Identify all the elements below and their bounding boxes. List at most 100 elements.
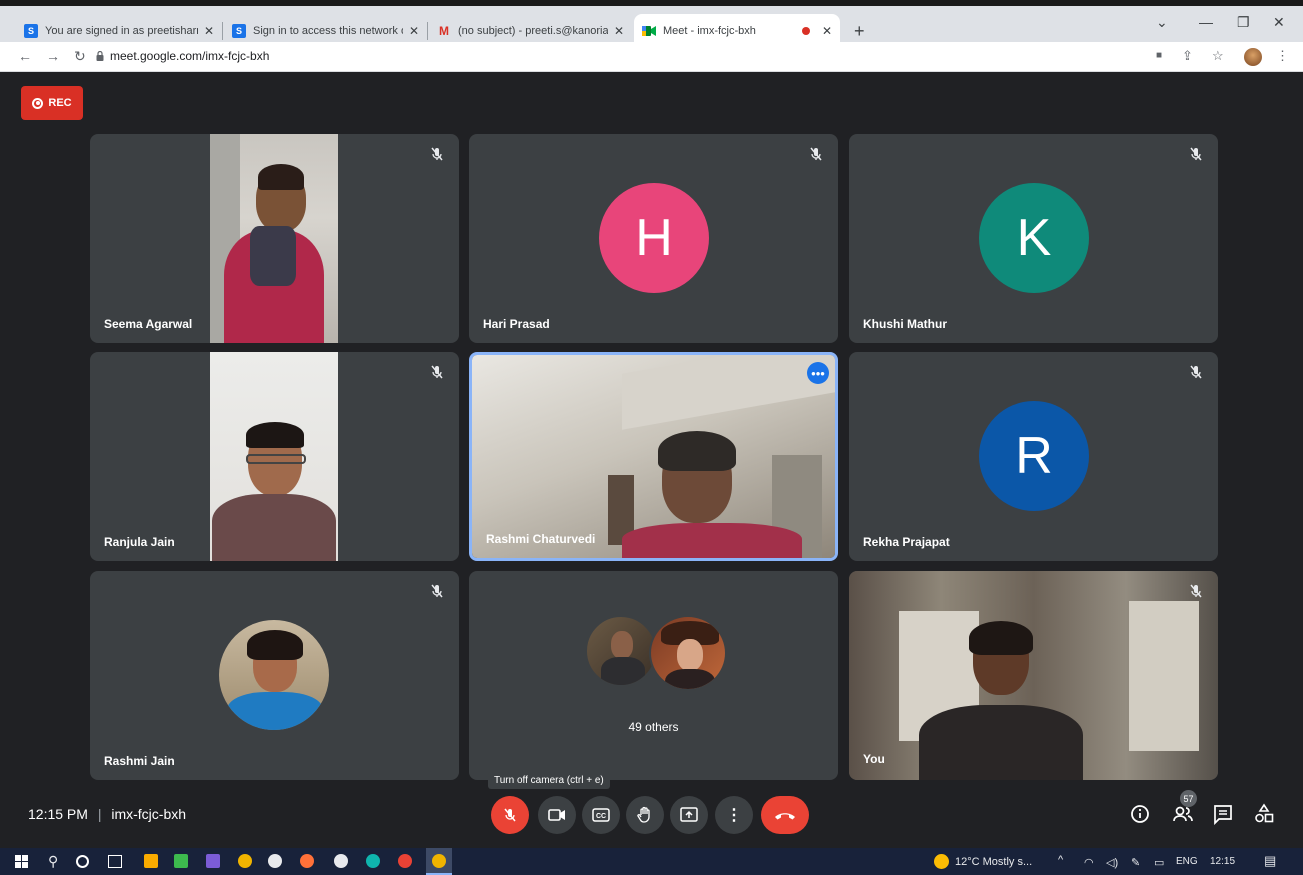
present-screen-button[interactable] (670, 796, 708, 834)
others-count-label: 49 others (628, 720, 679, 734)
weather-text[interactable]: 12°C Mostly s... (955, 856, 1032, 868)
participant-name: Rekha Prajapat (863, 535, 950, 549)
keyboard-icon[interactable]: ▭ (1154, 856, 1164, 869)
more-options-icon[interactable]: ••• (807, 362, 829, 384)
captions-button[interactable]: CC (582, 796, 620, 834)
activities-icon[interactable] (1253, 803, 1275, 825)
url-field[interactable]: meet.google.com/imx-fcjc-bxh (110, 49, 269, 63)
avatar (585, 615, 657, 687)
self-tile[interactable]: You (849, 571, 1218, 780)
search-icon[interactable]: ⚲ (48, 853, 58, 870)
chevron-up-icon[interactable]: ^ (1058, 854, 1063, 866)
mic-toggle-button[interactable] (491, 796, 529, 834)
participant-tile[interactable]: Rashmi Jain (90, 571, 459, 780)
close-tab-icon[interactable]: ✕ (614, 24, 624, 38)
pen-icon[interactable]: ✎ (1131, 856, 1140, 869)
task-view-icon[interactable] (108, 855, 122, 868)
participant-tile[interactable]: R Rekha Prajapat (849, 352, 1218, 561)
avatar: H (599, 183, 709, 293)
notifications-icon[interactable]: ▤ (1264, 853, 1276, 869)
chrome-icon[interactable] (268, 854, 282, 868)
address-bar: ← → ↻ meet.google.com/imx-fcjc-bxh ■ ⇪ ☆… (0, 42, 1303, 72)
weather-icon[interactable] (934, 854, 949, 869)
close-tab-icon[interactable]: ✕ (822, 24, 832, 38)
participant-tile[interactable]: H Hari Prasad (469, 134, 838, 343)
app-icon[interactable] (398, 854, 412, 868)
restore-icon[interactable]: ❐ (1237, 14, 1250, 31)
close-tab-icon[interactable]: ✕ (204, 24, 214, 38)
participant-video (210, 352, 338, 561)
recording-badge[interactable]: REC (21, 86, 83, 120)
others-tile[interactable]: 49 others (469, 571, 838, 780)
browser-tab-bar: S You are signed in as preetisharm ✕ S S… (0, 0, 1303, 48)
camera-icon (548, 809, 565, 821)
wifi-icon[interactable]: ◠ (1084, 856, 1094, 869)
participant-name: You (863, 752, 885, 766)
mic-off-icon (1190, 365, 1202, 379)
app-icon[interactable] (334, 854, 348, 868)
meet-logo-icon (642, 24, 656, 38)
chat-icon[interactable] (1212, 803, 1234, 825)
avatar: R (979, 401, 1089, 511)
close-tab-icon[interactable]: ✕ (409, 24, 419, 38)
meeting-details-icon[interactable] (1129, 803, 1151, 825)
camera-toggle-button[interactable] (538, 796, 576, 834)
sticky-notes-icon[interactable] (144, 854, 158, 868)
avatar (219, 620, 329, 730)
mic-off-icon (504, 808, 516, 822)
avatar (649, 615, 727, 691)
reload-icon[interactable]: ↻ (74, 48, 86, 65)
bookmark-star-icon[interactable]: ☆ (1212, 48, 1224, 64)
chrome-icon[interactable] (238, 854, 252, 868)
app-icon[interactable] (174, 854, 188, 868)
menu-kebab-icon[interactable]: ⋮ (1276, 48, 1289, 64)
participant-tile[interactable]: K Khushi Mathur (849, 134, 1218, 343)
tab-search-icon[interactable]: ⌄ (1156, 14, 1168, 31)
window-close-icon[interactable]: ✕ (1273, 14, 1285, 31)
camera-in-use-icon[interactable]: ■ (1156, 50, 1162, 61)
language-indicator[interactable]: ENG (1176, 856, 1198, 867)
site-favicon-icon: S (24, 24, 38, 38)
recording-dot-icon (801, 27, 810, 35)
tab-title: Meet - imx-fcjc-bxh (663, 25, 756, 37)
volume-icon[interactable]: ◁) (1106, 856, 1118, 869)
hand-icon (637, 806, 650, 823)
mic-off-icon (810, 147, 822, 161)
site-favicon-icon: S (232, 24, 246, 38)
svg-text:CC: CC (596, 813, 606, 820)
raise-hand-button[interactable] (626, 796, 664, 834)
windows-start-icon[interactable] (15, 855, 28, 868)
lock-icon (96, 51, 104, 61)
participant-name: Rashmi Chaturvedi (486, 532, 596, 546)
participant-tile-active[interactable]: ••• Rashmi Chaturvedi (469, 352, 838, 561)
participant-tile[interactable]: Seema Agarwal (90, 134, 459, 343)
meeting-code: imx-fcjc-bxh (111, 806, 187, 822)
forward-icon[interactable]: → (46, 48, 60, 64)
tab-divider (427, 22, 428, 40)
participant-video (210, 134, 338, 343)
participant-count-badge: 57 (1180, 790, 1197, 807)
firefox-icon[interactable] (300, 854, 314, 868)
taskbar-clock[interactable]: 12:15 (1210, 856, 1235, 867)
tab-title: Sign in to access this network or (253, 25, 403, 37)
tab-title: (no subject) - preeti.s@kanoriac (458, 25, 608, 37)
minimize-icon[interactable]: — (1199, 14, 1213, 30)
captions-icon: CC (592, 808, 610, 822)
tab-divider (222, 22, 223, 40)
mic-off-icon (431, 365, 443, 379)
edge-icon[interactable] (366, 854, 380, 868)
back-icon[interactable]: ← (18, 48, 32, 64)
more-vert-icon: ⋮ (726, 807, 742, 824)
avatar: K (979, 183, 1089, 293)
share-icon[interactable]: ⇪ (1182, 48, 1193, 64)
leave-call-button[interactable] (761, 796, 809, 834)
cortana-icon[interactable] (76, 855, 89, 868)
mic-off-icon (1190, 147, 1202, 161)
chrome-icon[interactable] (432, 854, 446, 868)
profile-avatar[interactable] (1244, 48, 1262, 66)
teams-icon[interactable] (206, 854, 220, 868)
participant-tile[interactable]: Ranjula Jain (90, 352, 459, 561)
more-options-button[interactable]: ⋮ (715, 796, 753, 834)
mic-off-icon (431, 147, 443, 161)
participant-name: Hari Prasad (483, 317, 550, 331)
